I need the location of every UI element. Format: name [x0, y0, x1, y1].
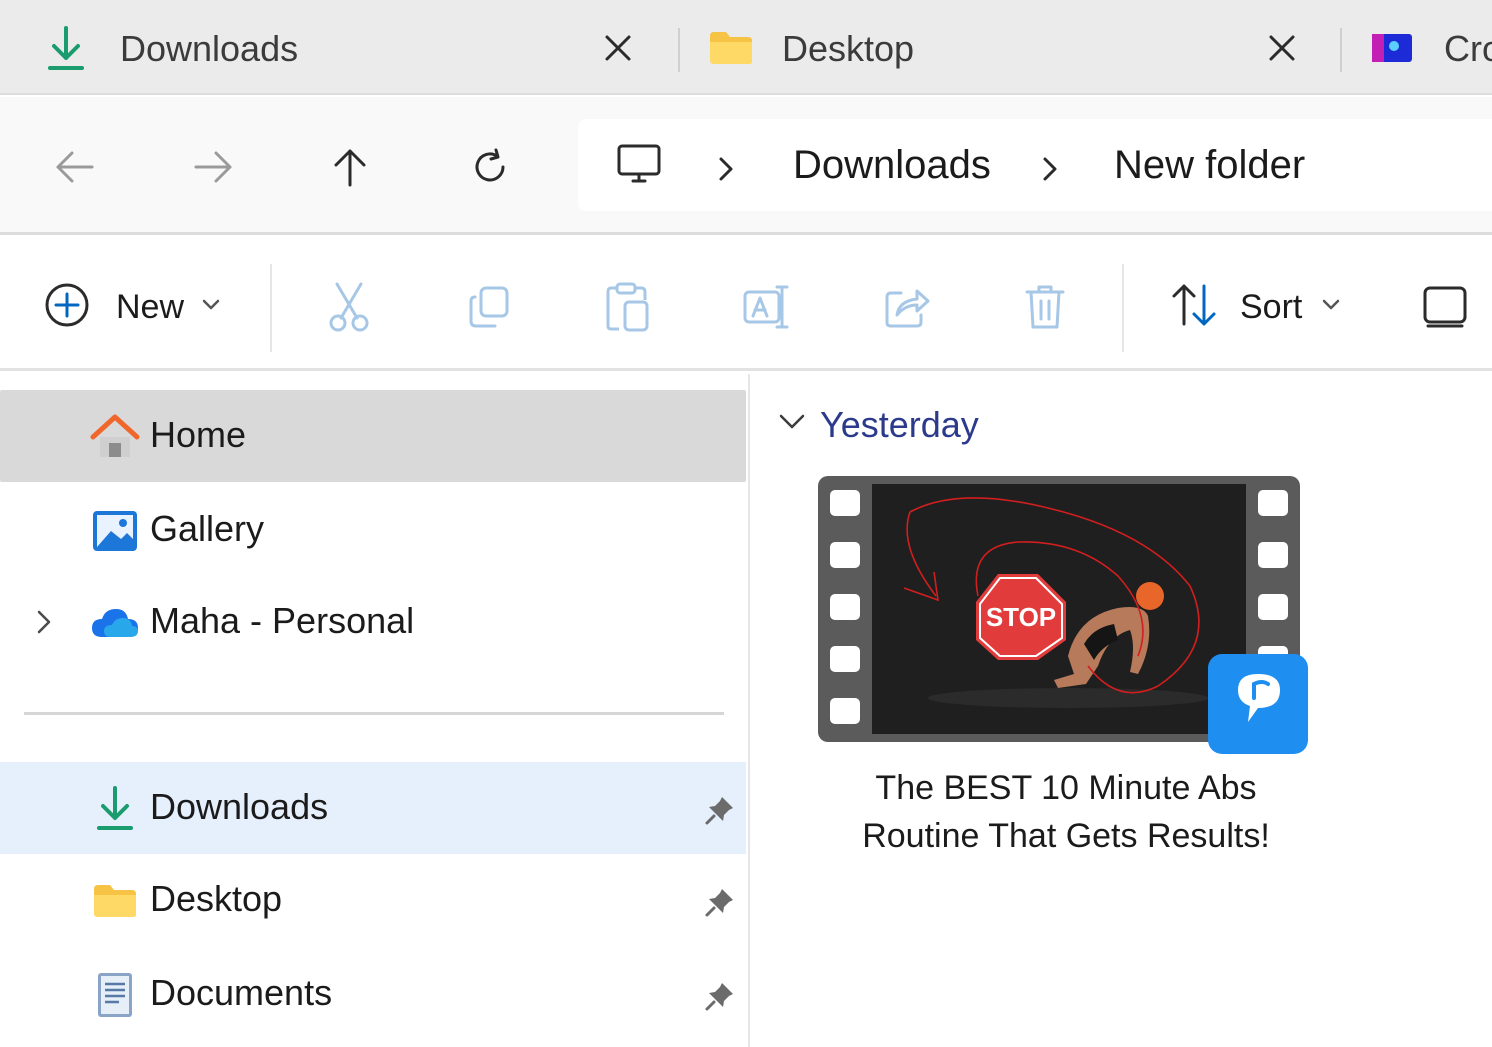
sidebar-item-home[interactable]: Home — [0, 390, 746, 482]
sidebar-item-label: Desktop — [150, 878, 283, 919]
chevron-down-icon — [1322, 298, 1340, 312]
this-pc-icon[interactable] — [616, 143, 662, 187]
folder-icon — [708, 30, 754, 66]
address-bar[interactable]: Downloads New folder — [578, 119, 1492, 211]
sidebar-divider — [24, 712, 724, 715]
up-arrow-icon[interactable] — [322, 139, 378, 195]
sidebar-item-gallery[interactable]: Gallery — [0, 484, 746, 576]
copy-icon[interactable] — [464, 282, 514, 332]
rename-icon[interactable] — [742, 282, 792, 332]
refresh-icon[interactable] — [462, 139, 518, 195]
app-icon — [1370, 32, 1414, 64]
tab-third[interactable]: Cro — [1344, 0, 1492, 95]
chevron-right-icon[interactable] — [712, 151, 740, 187]
navigation-pane: Home Gallery Maha - Personal Downloads D… — [0, 374, 750, 1047]
cut-icon[interactable] — [324, 282, 374, 332]
view-icon[interactable] — [1420, 282, 1470, 332]
tab-strip: Downloads Desktop Cro — [0, 0, 1492, 95]
pin-icon[interactable] — [700, 790, 740, 830]
stop-sign-text: STOP — [986, 602, 1056, 632]
plus-circle-icon — [44, 282, 90, 328]
home-icon — [90, 412, 140, 462]
command-bar: New Sort — [0, 238, 1492, 371]
tab-separator — [1340, 28, 1342, 72]
file-name-line: Routine That Gets Results! — [862, 817, 1270, 855]
toolbar-divider — [1122, 264, 1124, 352]
group-header[interactable]: Yesterday — [820, 404, 979, 446]
chevron-down-icon[interactable] — [774, 404, 810, 440]
sidebar-item-documents[interactable]: Documents — [0, 948, 746, 1040]
breadcrumb-new-folder[interactable]: New folder — [1114, 143, 1305, 188]
close-icon[interactable] — [598, 28, 638, 68]
pin-icon[interactable] — [700, 976, 740, 1016]
sidebar-item-label: Home — [150, 414, 247, 455]
sidebar-item-desktop[interactable]: Desktop — [0, 854, 746, 946]
sidebar-item-label: Maha - Personal — [150, 600, 415, 641]
paste-icon[interactable] — [602, 282, 652, 332]
sidebar-item-label: Downloads — [150, 786, 329, 827]
documents-icon — [90, 970, 140, 1020]
new-button[interactable]: New — [30, 268, 240, 344]
file-name: The BEST 10 Minute Abs Routine That Gets… — [816, 764, 1316, 860]
sidebar-item-label: Documents — [150, 972, 333, 1013]
chevron-down-icon — [202, 298, 220, 312]
file-item[interactable]: STOP The BEST 10 Minute Abs Routine That… — [816, 474, 1316, 864]
tab-label: Desktop — [782, 28, 915, 69]
tab-label: Downloads — [120, 28, 299, 69]
sidebar-item-downloads[interactable]: Downloads — [0, 762, 746, 854]
delete-icon[interactable] — [1020, 282, 1070, 332]
download-icon — [90, 784, 140, 834]
share-icon[interactable] — [882, 282, 932, 332]
tab-separator — [678, 28, 680, 72]
new-label: New — [116, 288, 185, 326]
file-list: Yesterday STOP The BEST 10 Minute Abs Ro… — [752, 374, 1492, 1047]
gallery-icon — [90, 506, 140, 556]
sort-icon — [1170, 282, 1218, 328]
tab-label: Cro — [1444, 28, 1492, 69]
breadcrumb-downloads[interactable]: Downloads — [793, 143, 991, 188]
close-icon[interactable] — [1262, 28, 1302, 68]
pin-icon[interactable] — [700, 882, 740, 922]
navigation-bar: Downloads New folder — [0, 97, 1492, 235]
chevron-right-icon[interactable] — [1036, 151, 1064, 187]
sidebar-item-label: Gallery — [150, 508, 265, 549]
back-arrow-icon[interactable] — [46, 139, 102, 195]
folder-icon — [90, 876, 140, 926]
chevron-right-icon[interactable] — [26, 604, 62, 640]
sidebar-item-onedrive[interactable]: Maha - Personal — [0, 576, 746, 668]
onedrive-icon — [90, 598, 140, 648]
download-icon — [46, 26, 86, 72]
toolbar-divider — [270, 264, 272, 352]
sort-button[interactable]: Sort — [1156, 268, 1366, 344]
sort-label: Sort — [1240, 288, 1303, 326]
video-thumbnail: STOP — [818, 476, 1308, 754]
file-name-line: The BEST 10 Minute Abs — [875, 769, 1257, 807]
tab-desktop[interactable]: Desktop — [682, 0, 1342, 95]
tab-downloads[interactable]: Downloads — [0, 0, 676, 95]
forward-arrow-icon[interactable] — [186, 139, 242, 195]
